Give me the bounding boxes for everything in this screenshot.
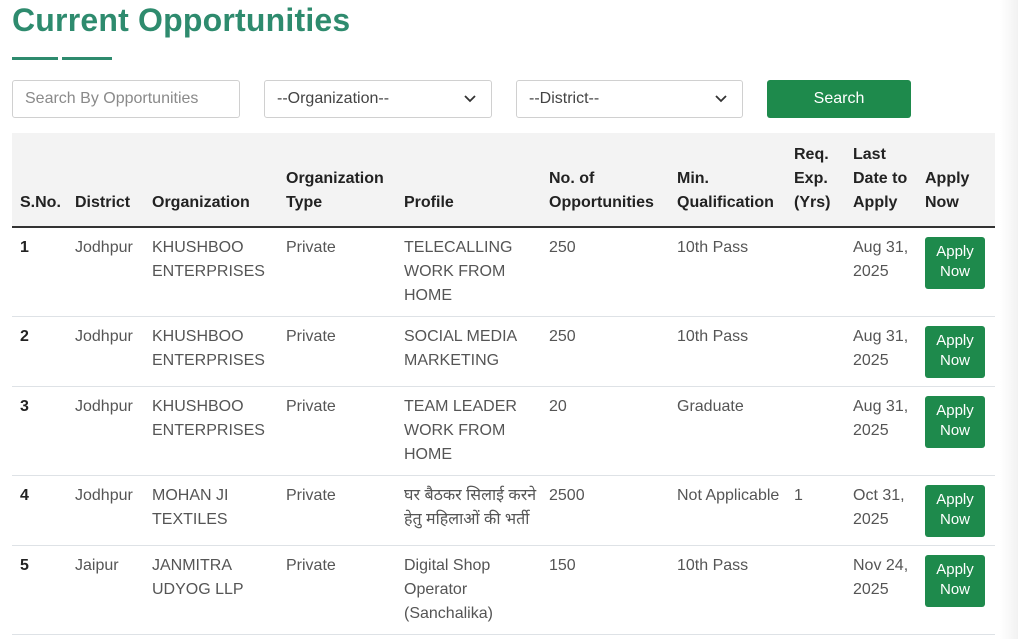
cell-organization: KHUSHBOO ENTERPRISES: [144, 316, 278, 387]
cell-district: Jaipur: [67, 545, 144, 635]
table-header-row: S.No. District Organization Organization…: [12, 133, 995, 228]
cell-sno: 5: [12, 545, 67, 635]
search-button[interactable]: Search: [767, 80, 911, 118]
header-opportunities: No. of Opportunities: [541, 133, 669, 228]
page-title: Current Opportunities: [12, 2, 351, 38]
header-apply: Apply Now: [917, 133, 995, 228]
cell-apply: Apply Now: [917, 227, 995, 317]
cell-profile: Digital Shop Operator (Sanchalika): [396, 545, 541, 635]
opportunities-table: S.No. District Organization Organization…: [12, 133, 995, 635]
cell-profile: घर बैठकर सिलाई करने हेतु महिलाओं की भर्त…: [396, 475, 541, 546]
cell-last-date: Aug 31, 2025: [845, 316, 917, 387]
district-select-value: --District--: [529, 90, 600, 107]
cell-opportunities: 250: [541, 227, 669, 317]
cell-sno: 1: [12, 227, 67, 317]
cell-sno: 3: [12, 386, 67, 476]
cell-last-date: Nov 24, 2025: [845, 545, 917, 635]
cell-last-date: Aug 31, 2025: [845, 227, 917, 317]
cell-organization: KHUSHBOO ENTERPRISES: [144, 227, 278, 317]
organization-select-value: --Organization--: [277, 90, 390, 107]
cell-apply: Apply Now: [917, 316, 995, 387]
header-profile: Profile: [396, 133, 541, 228]
cell-district: Jodhpur: [67, 316, 144, 387]
apply-now-button[interactable]: Apply Now: [925, 237, 985, 289]
cell-organization: JANMITRA UDYOG LLP: [144, 545, 278, 635]
cell-qualification: Graduate: [669, 386, 786, 476]
apply-now-button[interactable]: Apply Now: [925, 555, 985, 607]
title-underline: [62, 57, 112, 60]
cell-qualification: Not Applicable: [669, 475, 786, 546]
table-row: 4 Jodhpur MOHAN JI TEXTILES Private घर ब…: [12, 475, 995, 546]
search-input[interactable]: [12, 80, 240, 118]
header-qualification: Min. Qualification: [669, 133, 786, 228]
cell-organization: KHUSHBOO ENTERPRISES: [144, 386, 278, 476]
header-sno: S.No.: [12, 133, 67, 228]
apply-now-button[interactable]: Apply Now: [925, 396, 985, 448]
cell-qualification: 10th Pass: [669, 227, 786, 317]
cell-last-date: Oct 31, 2025: [845, 475, 917, 546]
apply-now-button[interactable]: Apply Now: [925, 326, 985, 378]
organization-select[interactable]: --Organization--: [264, 80, 492, 118]
chevron-down-icon: [463, 92, 477, 106]
filter-bar: --Organization-- --District-- Search: [0, 80, 1000, 118]
cell-sno: 2: [12, 316, 67, 387]
cell-profile: TEAM LEADER WORK FROM HOME: [396, 386, 541, 476]
title-underline: [12, 57, 58, 60]
cell-experience: 1: [786, 475, 845, 546]
cell-opportunities: 20: [541, 386, 669, 476]
cell-qualification: 10th Pass: [669, 545, 786, 635]
cell-organization-type: Private: [278, 545, 396, 635]
cell-experience: [786, 227, 845, 317]
cell-apply: Apply Now: [917, 386, 995, 476]
cell-experience: [786, 545, 845, 635]
header-organization: Organization: [144, 133, 278, 228]
district-select[interactable]: --District--: [516, 80, 743, 118]
apply-now-button[interactable]: Apply Now: [925, 485, 985, 537]
cell-qualification: 10th Pass: [669, 316, 786, 387]
table-row: 3 Jodhpur KHUSHBOO ENTERPRISES Private T…: [12, 386, 995, 476]
header-last-date: Last Date to Apply: [845, 133, 917, 228]
table-row: 5 Jaipur JANMITRA UDYOG LLP Private Digi…: [12, 545, 995, 635]
table-row: 1 Jodhpur KHUSHBOO ENTERPRISES Private T…: [12, 227, 995, 317]
cell-organization-type: Private: [278, 227, 396, 317]
table-row: 2 Jodhpur KHUSHBOO ENTERPRISES Private S…: [12, 316, 995, 387]
cell-profile: TELECALLING WORK FROM HOME: [396, 227, 541, 317]
cell-apply: Apply Now: [917, 545, 995, 635]
page-edge-shadow: [1000, 0, 1018, 639]
cell-experience: [786, 386, 845, 476]
cell-opportunities: 2500: [541, 475, 669, 546]
cell-opportunities: 150: [541, 545, 669, 635]
header-district: District: [67, 133, 144, 228]
cell-organization: MOHAN JI TEXTILES: [144, 475, 278, 546]
cell-last-date: Aug 31, 2025: [845, 386, 917, 476]
header-organization-type: Organization Type: [278, 133, 396, 228]
cell-district: Jodhpur: [67, 227, 144, 317]
cell-sno: 4: [12, 475, 67, 546]
header-experience: Req. Exp. (Yrs): [786, 133, 845, 228]
cell-opportunities: 250: [541, 316, 669, 387]
cell-profile: SOCIAL MEDIA MARKETING: [396, 316, 541, 387]
cell-apply: Apply Now: [917, 475, 995, 546]
opportunities-table-container: S.No. District Organization Organization…: [12, 133, 995, 639]
cell-experience: [786, 316, 845, 387]
chevron-down-icon: [714, 92, 728, 106]
cell-district: Jodhpur: [67, 475, 144, 546]
cell-district: Jodhpur: [67, 386, 144, 476]
cell-organization-type: Private: [278, 475, 396, 546]
cell-organization-type: Private: [278, 386, 396, 476]
cell-organization-type: Private: [278, 316, 396, 387]
